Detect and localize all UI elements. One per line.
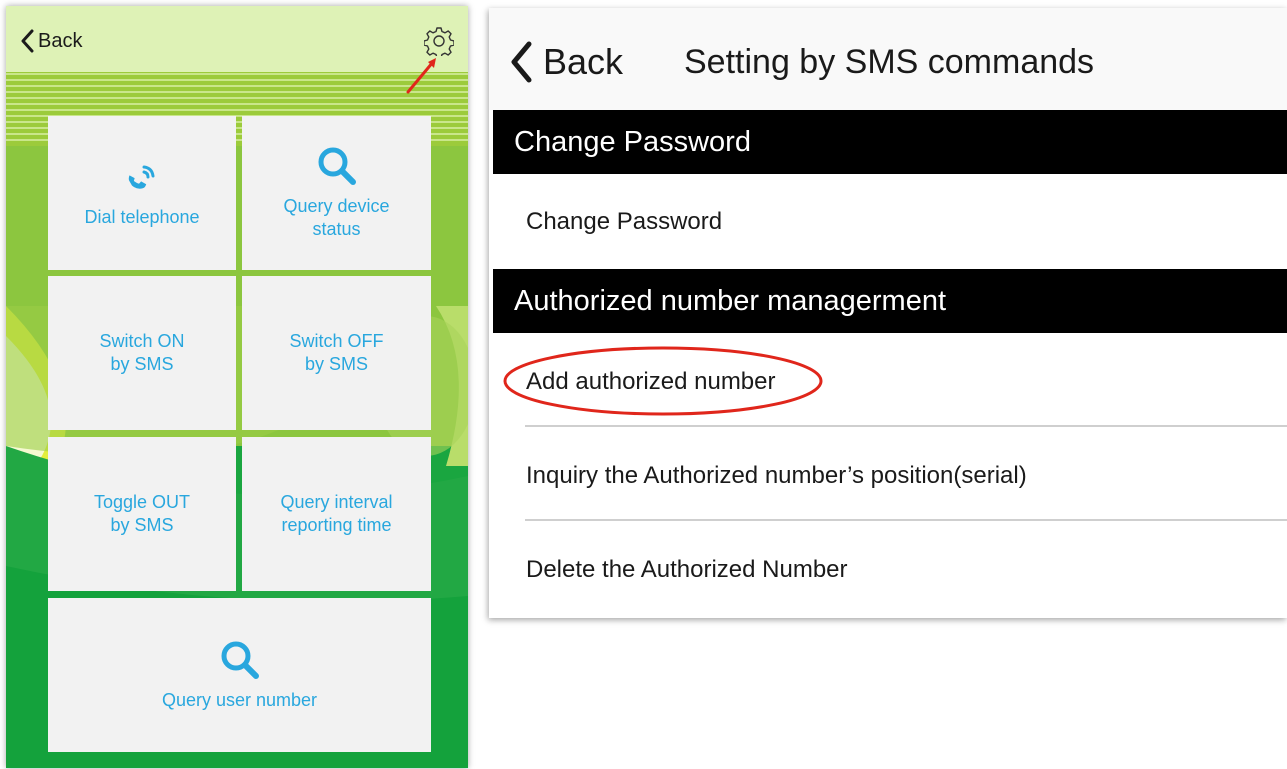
inquiry-authorized-number-position-row[interactable]: Inquiry the Authorized number’s position… (526, 462, 1027, 490)
toggle-out-tile[interactable]: Toggle OUT by SMS (48, 437, 236, 591)
query-interval-tile[interactable]: Query interval reporting time (242, 437, 431, 591)
page-title: Setting by SMS commands (684, 43, 1095, 81)
section-header-change-password: Change Password (493, 110, 1287, 174)
phone-screen: Back Dial telephone Query device status … (6, 6, 468, 768)
tile-label: Switch OFF by SMS (289, 331, 384, 374)
back-label: Back (543, 41, 624, 82)
query-user-number-tile[interactable]: Query user number (48, 598, 431, 752)
tile-label: Query interval reporting time (280, 492, 393, 535)
back-button[interactable]: Back (20, 26, 82, 56)
annotation-arrow (406, 58, 436, 94)
back-label: Back (38, 29, 83, 52)
navigation-bar: Back Setting by SMS commands (489, 8, 1287, 110)
back-button[interactable]: Back (509, 38, 623, 86)
gear-icon[interactable] (424, 26, 454, 56)
switch-off-tile[interactable]: Switch OFF by SMS (242, 276, 431, 430)
tile-label: Toggle OUT by SMS (93, 492, 191, 535)
query-device-status-tile[interactable]: Query device status (242, 116, 431, 270)
tile-label: Query device status (283, 196, 390, 239)
add-authorized-number-row[interactable]: Add authorized number (526, 368, 776, 396)
settings-screen: Back Setting by SMS commands Change Pass… (489, 8, 1287, 618)
chevron-left-icon (511, 41, 532, 83)
change-password-row[interactable]: Change Password (526, 208, 722, 236)
search-icon (221, 641, 259, 679)
dial-telephone-tile[interactable]: Dial telephone (48, 116, 236, 270)
section-header-authorized-number: Authorized number managerment (493, 269, 1287, 333)
divider (525, 519, 1287, 521)
tile-label: Switch ON by SMS (99, 331, 185, 374)
chevron-left-icon (21, 29, 34, 53)
delete-authorized-number-row[interactable]: Delete the Authorized Number (526, 556, 848, 584)
tile-label: Query user number (161, 689, 318, 710)
switch-on-tile[interactable]: Switch ON by SMS (48, 276, 236, 430)
search-icon (318, 147, 356, 185)
phone-icon (128, 165, 155, 189)
tile-label: Dial telephone (84, 206, 200, 227)
divider (525, 425, 1287, 427)
